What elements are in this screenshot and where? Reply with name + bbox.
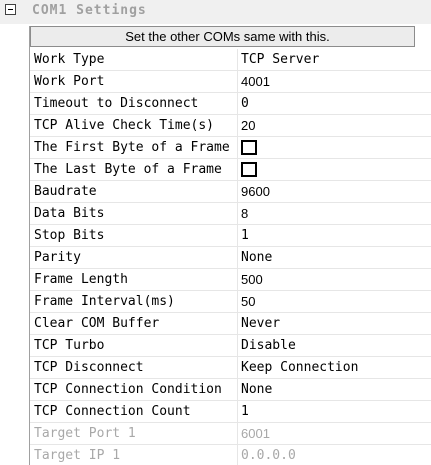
column-divider[interactable] xyxy=(237,225,238,246)
property-row[interactable]: Frame Interval(ms) 50 xyxy=(30,291,431,313)
column-divider[interactable] xyxy=(237,445,238,465)
property-row[interactable]: TCP Alive Check Time(s) 20 xyxy=(30,115,431,137)
property-rows: Work Type TCP Server Work Port 4001 Timeout … xyxy=(30,49,431,465)
property-name: Baudrate xyxy=(34,184,97,199)
property-name: Clear COM Buffer xyxy=(34,316,160,331)
property-name: TCP Connection Count xyxy=(34,404,191,419)
property-row[interactable]: Target Port 1 6001 xyxy=(30,423,431,445)
property-name: Work Type xyxy=(34,52,105,67)
property-value[interactable]: 4001 xyxy=(241,71,421,92)
property-value[interactable]: 500 xyxy=(241,269,421,290)
property-value[interactable]: 6001 xyxy=(241,423,421,444)
property-name: Work Port xyxy=(34,74,105,89)
property-row[interactable]: TCP Disconnect Keep Connection xyxy=(30,357,431,379)
property-name: Timeout to Disconnect xyxy=(34,96,199,111)
property-name: Frame Interval(ms) xyxy=(34,294,175,309)
property-name: TCP Disconnect xyxy=(34,360,144,375)
column-divider[interactable] xyxy=(237,269,238,290)
property-name: The First Byte of a Frame xyxy=(34,140,230,155)
property-value[interactable]: 50 xyxy=(241,291,421,312)
column-divider[interactable] xyxy=(237,357,238,378)
property-name: Target IP 1 xyxy=(34,448,121,463)
column-divider[interactable] xyxy=(237,137,238,158)
checkbox-unchecked-icon[interactable] xyxy=(241,140,257,155)
column-divider[interactable] xyxy=(237,71,238,92)
column-divider[interactable] xyxy=(237,115,238,136)
property-value[interactable]: Keep Connection xyxy=(241,357,421,378)
property-name: Data Bits xyxy=(34,206,105,221)
column-divider[interactable] xyxy=(237,181,238,202)
property-name: TCP Turbo xyxy=(34,338,105,353)
collapse-minus-icon[interactable] xyxy=(5,4,16,15)
column-divider[interactable] xyxy=(237,49,238,70)
property-row[interactable]: Work Port 4001 xyxy=(30,71,431,93)
set-other-coms-button[interactable]: Set the other COMs same with this. xyxy=(30,26,415,47)
property-row[interactable]: TCP Connection Count 1 xyxy=(30,401,431,423)
property-value[interactable]: None xyxy=(241,379,421,400)
property-name: The Last Byte of a Frame xyxy=(34,162,222,177)
column-divider[interactable] xyxy=(237,291,238,312)
column-divider[interactable] xyxy=(237,401,238,422)
property-row[interactable]: Data Bits 8 xyxy=(30,203,431,225)
property-name: TCP Connection Condition xyxy=(34,382,222,397)
property-grid: Set the other COMs same with this. Work … xyxy=(29,26,431,465)
property-row[interactable]: Baudrate 9600 xyxy=(30,181,431,203)
property-value[interactable]: 0 xyxy=(241,93,421,114)
property-value[interactable]: 1 xyxy=(241,401,421,422)
property-row[interactable]: Stop Bits 1 xyxy=(30,225,431,247)
column-divider[interactable] xyxy=(237,379,238,400)
property-value[interactable]: 1 xyxy=(241,225,421,246)
property-row[interactable]: Timeout to Disconnect 0 xyxy=(30,93,431,115)
property-row[interactable]: The First Byte of a Frame xyxy=(30,137,431,159)
property-row[interactable]: Frame Length 500 xyxy=(30,269,431,291)
property-row[interactable]: Target IP 1 0.0.0.0 xyxy=(30,445,431,465)
column-divider[interactable] xyxy=(237,423,238,444)
property-row[interactable]: The Last Byte of a Frame xyxy=(30,159,431,181)
property-name: Frame Length xyxy=(34,272,128,287)
checkbox-unchecked-icon[interactable] xyxy=(241,162,257,177)
property-name: Stop Bits xyxy=(34,228,105,243)
group-title: COM1 Settings xyxy=(32,3,147,18)
property-name: TCP Alive Check Time(s) xyxy=(34,118,215,133)
property-row[interactable]: Clear COM Buffer Never xyxy=(30,313,431,335)
column-divider[interactable] xyxy=(237,93,238,114)
column-divider[interactable] xyxy=(237,313,238,334)
group-header: COM1 Settings xyxy=(0,0,431,24)
property-name: Parity xyxy=(34,250,81,265)
column-divider[interactable] xyxy=(237,335,238,356)
property-value[interactable]: None xyxy=(241,247,421,268)
property-value[interactable]: Never xyxy=(241,313,421,334)
property-value[interactable]: 8 xyxy=(241,203,421,224)
property-name: Target Port 1 xyxy=(34,426,136,441)
property-row[interactable]: Parity None xyxy=(30,247,431,269)
property-row[interactable]: Work Type TCP Server xyxy=(30,49,431,71)
property-value[interactable]: 9600 xyxy=(241,181,421,202)
property-value[interactable]: 20 xyxy=(241,115,421,136)
column-divider[interactable] xyxy=(237,247,238,268)
column-divider[interactable] xyxy=(237,159,238,180)
column-divider[interactable] xyxy=(237,203,238,224)
property-row[interactable]: TCP Connection Condition None xyxy=(30,379,431,401)
property-value[interactable]: Disable xyxy=(241,335,421,356)
property-value[interactable]: 0.0.0.0 xyxy=(241,445,421,465)
property-value[interactable]: TCP Server xyxy=(241,49,421,70)
property-row[interactable]: TCP Turbo Disable xyxy=(30,335,431,357)
